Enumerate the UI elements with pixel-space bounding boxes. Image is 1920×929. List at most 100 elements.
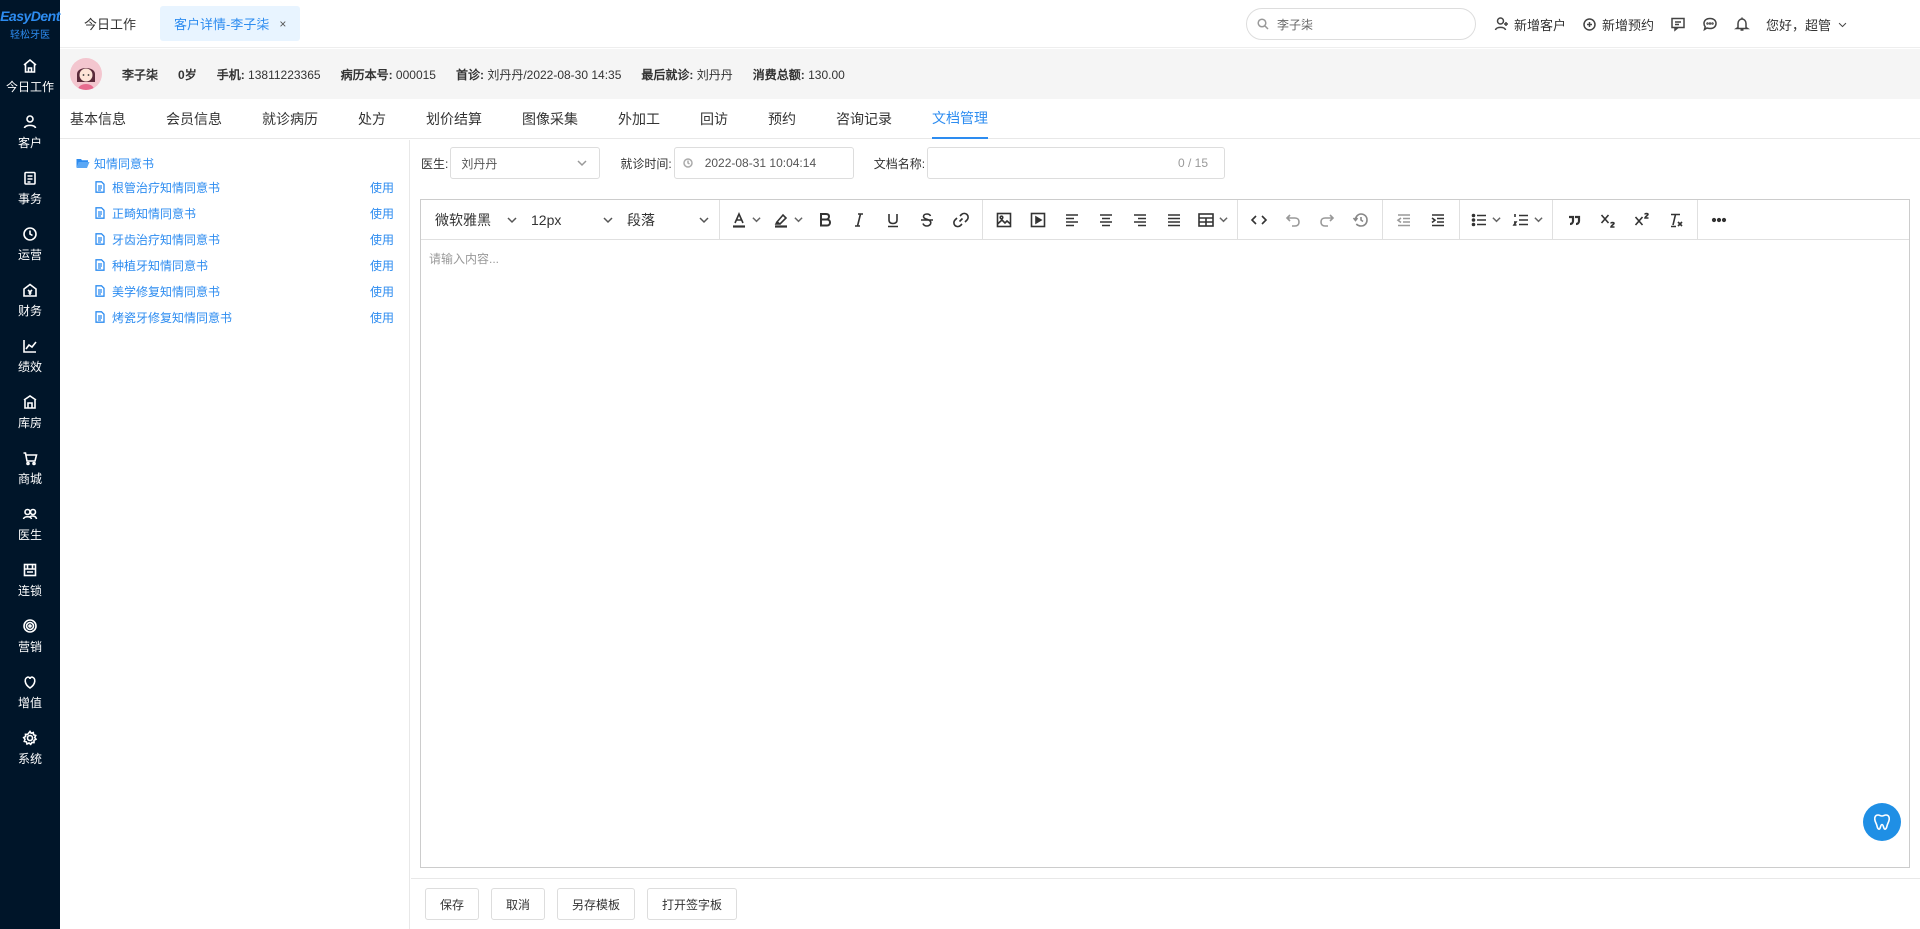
tree-doc-item[interactable]: 牙齿治疗知情同意书 使用 bbox=[94, 226, 394, 252]
tree-doc-item[interactable]: 种植牙知情同意书 使用 bbox=[94, 252, 394, 278]
tab-appointment[interactable]: 预约 bbox=[768, 99, 796, 139]
tree-folder-consent[interactable]: 知情同意书 bbox=[76, 152, 409, 174]
editor-content[interactable]: 请输入内容... bbox=[421, 240, 1909, 277]
patient-first-visit: 首诊: 刘丹丹/2022-08-30 14:35 bbox=[455, 67, 622, 82]
align-justify-button[interactable] bbox=[1157, 205, 1191, 235]
sidebar-item-doctor[interactable]: 医生 bbox=[0, 496, 60, 552]
tab-prescription[interactable]: 处方 bbox=[358, 99, 386, 139]
patient-age: 0岁 bbox=[178, 67, 197, 82]
new-appointment-button[interactable]: 新增预约 bbox=[1582, 15, 1654, 34]
tab-outsourcing[interactable]: 外加工 bbox=[618, 99, 660, 139]
insert-table-button[interactable] bbox=[1191, 205, 1233, 235]
user-menu[interactable]: 您好，超管 bbox=[1766, 15, 1848, 34]
save-button[interactable]: 保存 bbox=[425, 888, 480, 920]
search-input[interactable] bbox=[1277, 17, 1457, 31]
document-icon bbox=[95, 207, 105, 219]
sidebar-item-today[interactable]: 今日工作 bbox=[0, 48, 60, 104]
tab-image-capture[interactable]: 图像采集 bbox=[522, 99, 578, 139]
sidebar-item-chain[interactable]: 连锁 bbox=[0, 552, 60, 608]
bold-button[interactable] bbox=[808, 205, 842, 235]
tab-customer-detail[interactable]: 客户详情-李子柒 × bbox=[160, 6, 301, 41]
more-button[interactable] bbox=[1702, 205, 1736, 235]
history-button[interactable] bbox=[1344, 205, 1378, 235]
insert-image-button[interactable] bbox=[987, 205, 1021, 235]
sidebar-item-marketing[interactable]: 营销 bbox=[0, 608, 60, 664]
sidebar-item-system[interactable]: 系统 bbox=[0, 720, 60, 776]
floating-chat-button[interactable] bbox=[1863, 803, 1901, 841]
underline-button[interactable] bbox=[876, 205, 910, 235]
sidebar-item-value-added[interactable]: 增值 bbox=[0, 664, 60, 720]
tree-doc-item[interactable]: 根管治疗知情同意书 使用 bbox=[94, 174, 394, 200]
target-icon bbox=[23, 618, 37, 633]
use-link[interactable]: 使用 bbox=[370, 257, 394, 274]
sidebar-item-affairs[interactable]: 事务 bbox=[0, 160, 60, 216]
use-link[interactable]: 使用 bbox=[370, 283, 394, 300]
sidebar-item-warehouse[interactable]: 库房 bbox=[0, 384, 60, 440]
subscript-button[interactable] bbox=[1591, 205, 1625, 235]
font-color-icon bbox=[733, 211, 745, 228]
open-signature-pad-button[interactable]: 打开签字板 bbox=[647, 888, 738, 920]
tab-member-info[interactable]: 会员信息 bbox=[166, 99, 222, 139]
toolbar-divider bbox=[1459, 199, 1460, 240]
code-button[interactable] bbox=[1242, 205, 1276, 235]
insert-video-button[interactable] bbox=[1021, 205, 1055, 235]
tree-doc-item[interactable]: 正畸知情同意书 使用 bbox=[94, 200, 394, 226]
chain-icon bbox=[23, 563, 37, 576]
new-customer-button[interactable]: 新增客户 bbox=[1494, 15, 1566, 34]
link-button[interactable] bbox=[944, 205, 978, 235]
sidebar-item-finance[interactable]: 财务 bbox=[0, 272, 60, 328]
document-name-input[interactable]: 0 / 15 bbox=[927, 147, 1226, 179]
superscript-button[interactable] bbox=[1625, 205, 1659, 235]
tree-doc-item[interactable]: 烤瓷牙修复知情同意书 使用 bbox=[94, 304, 394, 330]
sidebar-item-customer[interactable]: 客户 bbox=[0, 104, 60, 160]
cancel-button[interactable]: 取消 bbox=[491, 888, 546, 920]
notification-button[interactable] bbox=[1734, 16, 1751, 32]
message-button[interactable] bbox=[1670, 16, 1686, 32]
chat-button[interactable] bbox=[1702, 16, 1718, 32]
align-center-button[interactable] bbox=[1089, 205, 1123, 235]
paragraph-value: 段落 bbox=[627, 211, 655, 228]
font-size-select[interactable]: 12px bbox=[523, 205, 619, 235]
font-family-select[interactable]: 微软雅黑 bbox=[427, 205, 523, 235]
use-link[interactable]: 使用 bbox=[370, 309, 394, 326]
save-as-template-button[interactable]: 另存模板 bbox=[557, 888, 636, 920]
indent-button[interactable] bbox=[1421, 205, 1455, 235]
tab-follow-up[interactable]: 回访 bbox=[700, 99, 728, 139]
tab-consultation[interactable]: 咨询记录 bbox=[836, 99, 892, 139]
italic-button[interactable] bbox=[842, 205, 876, 235]
use-link[interactable]: 使用 bbox=[370, 231, 394, 248]
doctor-select[interactable]: 刘丹丹 bbox=[450, 147, 601, 179]
visit-time-label: 就诊时间: bbox=[620, 156, 672, 171]
blockquote-button[interactable] bbox=[1557, 205, 1591, 235]
sidebar-item-operations[interactable]: 运营 bbox=[0, 216, 60, 272]
use-link[interactable]: 使用 bbox=[370, 179, 394, 196]
numbered-list-button[interactable] bbox=[1506, 205, 1548, 235]
cart-icon bbox=[23, 451, 38, 465]
use-link[interactable]: 使用 bbox=[370, 205, 394, 222]
close-icon[interactable]: × bbox=[279, 17, 286, 31]
clear-format-button[interactable] bbox=[1659, 205, 1693, 235]
tab-billing[interactable]: 划价结算 bbox=[426, 99, 482, 139]
paragraph-select[interactable]: 段落 bbox=[619, 205, 715, 235]
tab-basic-info[interactable]: 基本信息 bbox=[70, 99, 126, 139]
redo-button[interactable] bbox=[1310, 205, 1344, 235]
sidebar-item-mall[interactable]: 商城 bbox=[0, 440, 60, 496]
bullet-list-button[interactable] bbox=[1464, 205, 1506, 235]
align-left-button[interactable] bbox=[1055, 205, 1089, 235]
image-icon bbox=[996, 212, 1012, 227]
document-icon bbox=[95, 259, 105, 271]
sidebar-item-performance[interactable]: 绩效 bbox=[0, 328, 60, 384]
chevron-down-icon bbox=[1838, 22, 1847, 27]
highlight-color-button[interactable] bbox=[766, 205, 808, 235]
strikethrough-button[interactable] bbox=[910, 205, 944, 235]
font-color-button[interactable] bbox=[724, 205, 766, 235]
visit-time-picker[interactable]: 2022-08-31 10:04:14 bbox=[673, 147, 854, 179]
undo-button[interactable] bbox=[1276, 205, 1310, 235]
tree-doc-item[interactable]: 美学修复知情同意书 使用 bbox=[94, 278, 394, 304]
underline-icon bbox=[888, 213, 898, 227]
tab-medical-record[interactable]: 就诊病历 bbox=[262, 99, 318, 139]
tab-document-management[interactable]: 文档管理 bbox=[932, 99, 988, 139]
tab-today-work[interactable]: 今日工作 bbox=[84, 14, 136, 33]
outdent-button[interactable] bbox=[1387, 205, 1421, 235]
align-right-button[interactable] bbox=[1123, 205, 1157, 235]
